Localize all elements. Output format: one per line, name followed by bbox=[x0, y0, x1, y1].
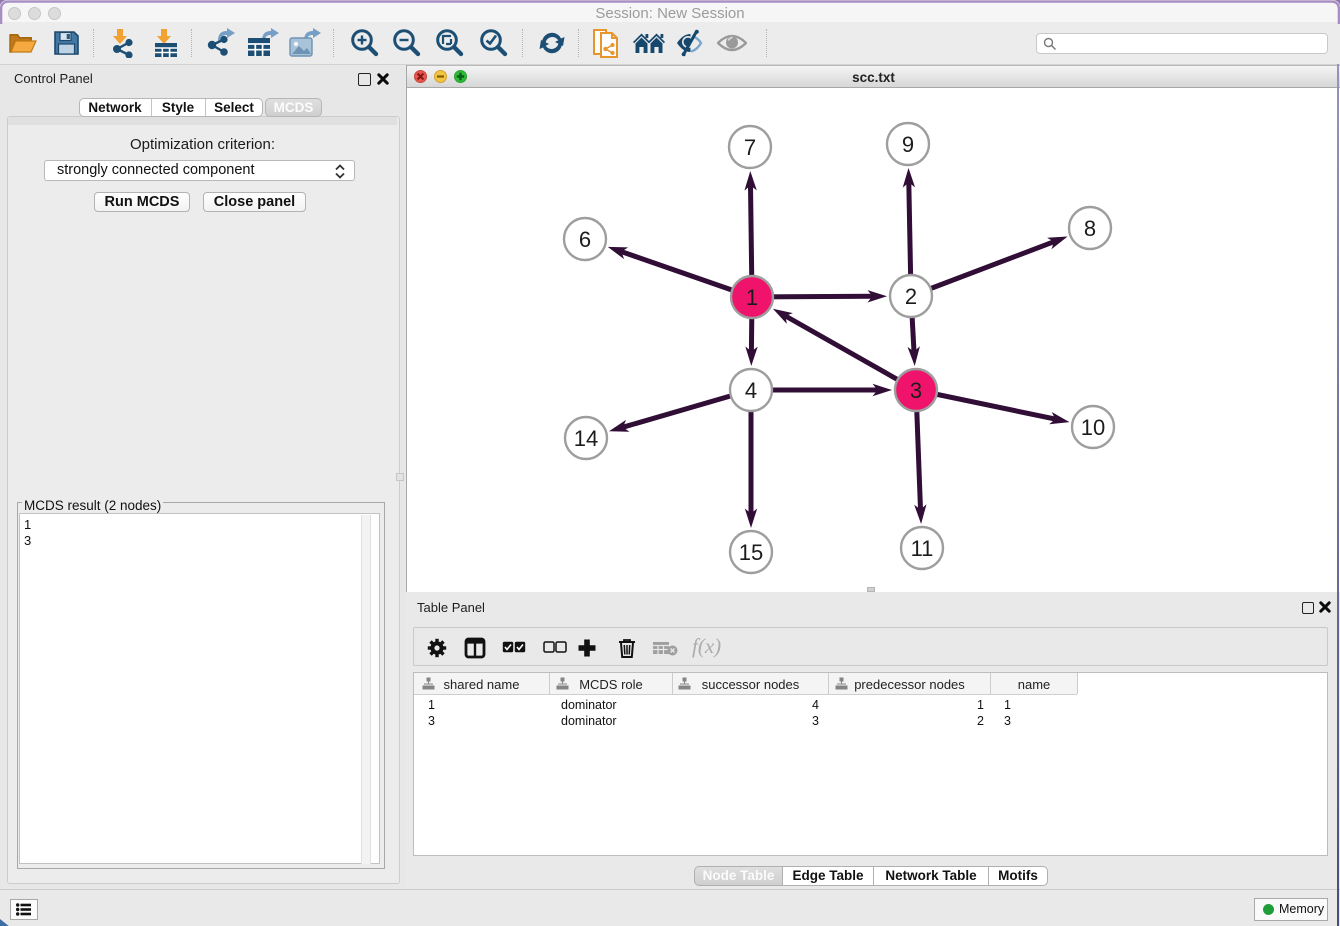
svg-text:7: 7 bbox=[744, 135, 756, 160]
svg-text:1: 1 bbox=[746, 285, 758, 310]
svg-text:2: 2 bbox=[905, 284, 917, 309]
svg-text:11: 11 bbox=[911, 536, 934, 561]
svg-text:6: 6 bbox=[579, 227, 591, 252]
svg-text:4: 4 bbox=[745, 378, 757, 403]
svg-text:3: 3 bbox=[910, 378, 922, 403]
svg-text:9: 9 bbox=[902, 132, 914, 157]
svg-text:15: 15 bbox=[739, 540, 763, 565]
svg-text:8: 8 bbox=[1084, 216, 1096, 241]
svg-text:14: 14 bbox=[574, 426, 598, 451]
svg-text:10: 10 bbox=[1081, 415, 1105, 440]
